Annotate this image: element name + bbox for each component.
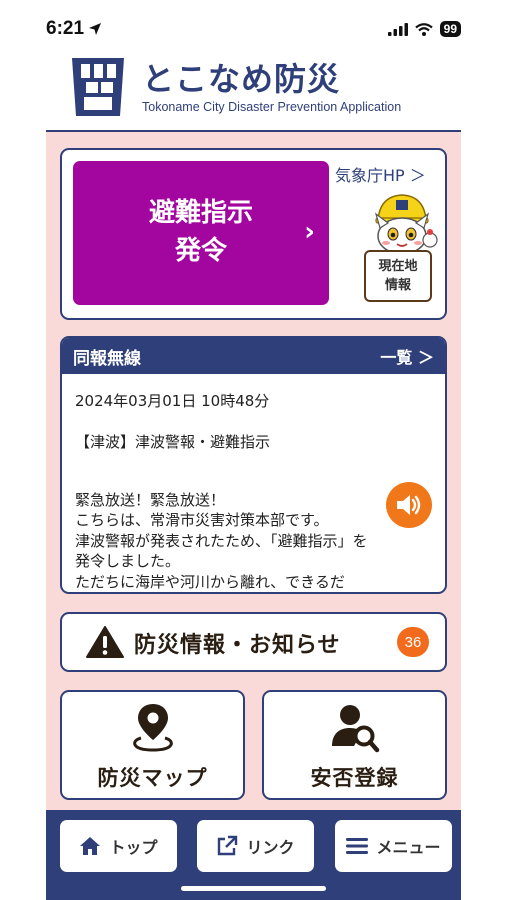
evacuation-card: 避難指示 発令 › 気象庁HP ＞ 現在地 情報 [60, 148, 447, 320]
disaster-map-label: 防災マップ [97, 766, 208, 790]
disaster-info-label: 防災情報・お知らせ [134, 633, 341, 658]
home-indicator[interactable] [181, 886, 326, 891]
safety-registration-label: 安否登録 [310, 766, 399, 790]
disaster-radio-card: 同報無線 一覧 ＞ 2024年03月01日 10時48分 【津波】津波警報・避難… [60, 336, 447, 594]
location-line1: 現在地 [378, 258, 418, 274]
nav-menu-button[interactable]: メニュー [335, 820, 452, 872]
phone-screen: 6:21 99 とこなめ防災 Tokoname City Disaster Pr… [0, 0, 507, 900]
app-subtitle: Tokoname City Disaster Prevention Applic… [142, 100, 402, 114]
disaster-radio-title: 同報無線 [73, 348, 141, 369]
evacuation-order-line2: 発令 [174, 236, 227, 266]
map-pin-icon-wrap [62, 702, 243, 754]
unread-count-badge: 36 [397, 627, 429, 657]
evacuation-order-button[interactable]: 避難指示 発令 › [73, 161, 329, 305]
battery-level: 99 [443, 22, 457, 36]
disaster-radio-message-area[interactable]: 2024年03月01日 10時48分 【津波】津波警報・避難指示 緊急放送！緊急… [62, 374, 445, 592]
speaker-icon [397, 495, 421, 515]
app-title: とこなめ防災 [142, 60, 341, 98]
broadcast-message: 緊急放送！緊急放送！ こちらは、常滑市災害対策本部です。 津波警報が発表されたた… [75, 491, 368, 591]
warning-icon [86, 626, 124, 658]
broadcast-subject: 【津波】津波警報・避難指示 [75, 433, 271, 451]
status-time: 6:21 [46, 18, 102, 40]
disaster-info-notices-button[interactable]: 防災情報・お知らせ 36 [60, 612, 447, 672]
disaster-map-button[interactable]: 防災マップ [60, 690, 245, 800]
nav-link-label: リンク [246, 838, 295, 857]
nav-menu-label: メニュー [376, 838, 441, 857]
nav-top-label: トップ [109, 838, 158, 857]
wifi-icon [414, 22, 433, 36]
user-search-icon-wrap [264, 702, 445, 754]
bottom-navigation: トップ リンク メニュー [46, 810, 461, 900]
location-line2: 情報 [384, 278, 411, 293]
cellular-signal-icon [387, 22, 408, 36]
nav-link-button[interactable]: リンク [197, 820, 314, 872]
evacuation-order-line1: 避難指示 [148, 198, 253, 229]
nav-top-button[interactable]: トップ [60, 820, 177, 872]
evacuation-order-text: 避難指示 発令 [149, 195, 253, 270]
current-location-info-button[interactable]: 現在地 情報 [364, 250, 432, 302]
battery-icon: 99 [439, 21, 461, 37]
user-search-icon [331, 705, 379, 753]
chevron-right-icon: › [304, 217, 315, 247]
map-pin-icon [132, 704, 173, 752]
broadcast-datetime: 2024年03月01日 10時48分 [75, 392, 270, 410]
status-bar: 6:21 99 [46, 14, 461, 44]
disaster-radio-header: 同報無線 一覧 ＞ [62, 338, 445, 374]
external-link-icon [218, 835, 238, 856]
main-content: 避難指示 発令 › 気象庁HP ＞ 現在地 情報 同報無線 一覧 ＞ 2024年… [46, 130, 461, 810]
status-icons: 99 [387, 21, 461, 37]
status-time-text: 6:21 [46, 18, 85, 39]
disaster-radio-list-link[interactable]: 一覧 ＞ [380, 344, 434, 368]
jma-website-link[interactable]: 気象庁HP ＞ [335, 162, 426, 186]
home-icon [80, 837, 101, 855]
tokoname-logo-icon [72, 58, 124, 116]
speaker-play-button[interactable] [386, 482, 432, 528]
app-header: とこなめ防災 Tokoname City Disaster Prevention… [46, 50, 461, 130]
hamburger-menu-icon [346, 838, 369, 854]
location-arrow-icon [89, 23, 102, 35]
safety-registration-button[interactable]: 安否登録 [262, 690, 447, 800]
